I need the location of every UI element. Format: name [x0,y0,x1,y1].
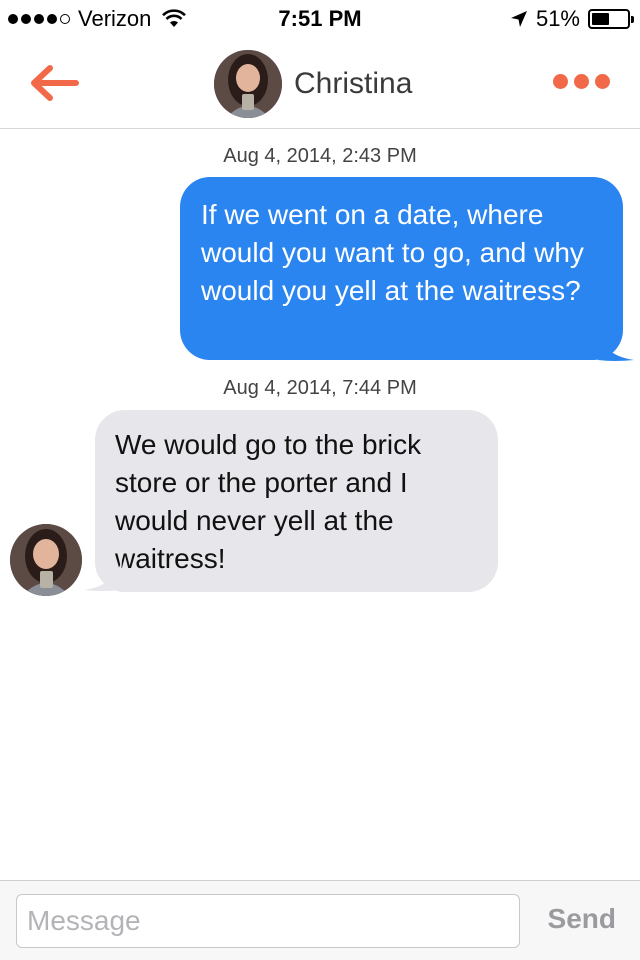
bubble-tail [84,560,122,591]
message-timestamp: Aug 4, 2014, 2:43 PM [223,145,417,167]
battery-icon [588,9,634,29]
avatar[interactable] [10,524,82,596]
message-input[interactable] [16,894,520,948]
arrow-left-icon[interactable] [28,60,80,106]
send-button[interactable]: Send [548,903,616,935]
more-dots-icon[interactable] [553,74,610,89]
contact-name: Christina [294,67,413,100]
outgoing-message-bubble[interactable]: If we went on a date, where would you wa… [180,177,623,360]
incoming-message-bubble[interactable]: We would go to the brick store or the po… [95,410,498,592]
battery-fill [592,13,609,25]
status-right: 51% [510,6,634,32]
contact-title-group[interactable]: Christina [214,50,412,118]
status-bar: Verizon 7:51 PM 51% [0,0,640,40]
avatar[interactable] [214,50,282,118]
message-timestamp: Aug 4, 2014, 7:44 PM [223,377,417,399]
bubble-tail [596,330,634,361]
location-arrow-icon [510,11,527,27]
message-composer: Send [0,880,640,960]
battery-percent: 51% [535,6,580,31]
chat-header: Christina [0,40,640,129]
